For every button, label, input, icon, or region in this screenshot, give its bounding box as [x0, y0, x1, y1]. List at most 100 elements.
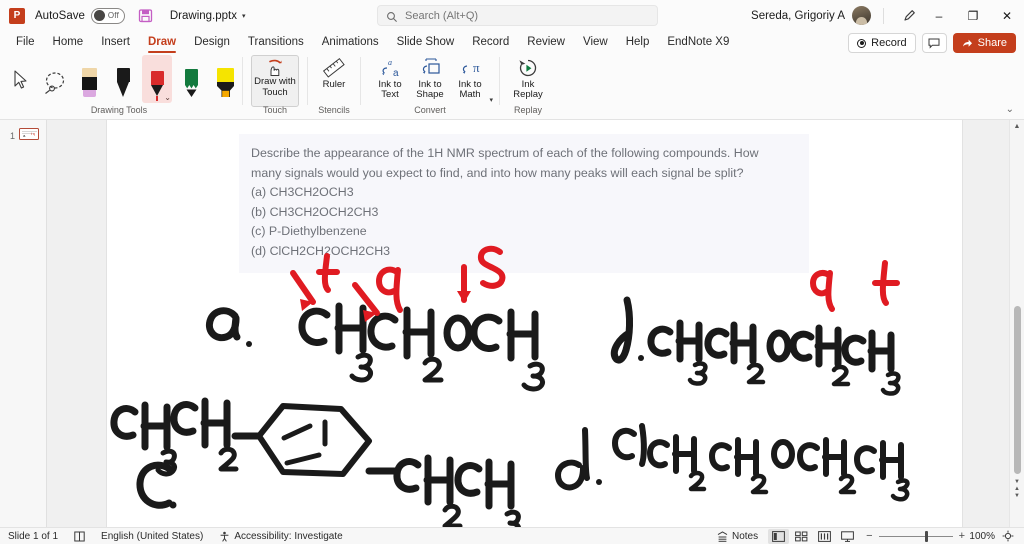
- search-box[interactable]: [377, 5, 658, 26]
- ink-replay-button[interactable]: Ink Replay: [508, 55, 548, 107]
- scroll-down-controls[interactable]: ▼ ▲ ▼: [1014, 479, 1020, 499]
- language-label: English (United States): [101, 530, 204, 542]
- slide-thumbnail-1[interactable]: a. t q: [19, 128, 39, 140]
- ink-to-math-button[interactable]: π Ink to Math ▾: [450, 55, 493, 107]
- question-textbox[interactable]: Describe the appearance of the 1H NMR sp…: [239, 134, 809, 273]
- ink-pen-toggle-icon[interactable]: [896, 3, 922, 29]
- ribbon-collapse-chevron-icon[interactable]: ⌄: [1006, 104, 1014, 115]
- notes-label: Notes: [732, 530, 759, 542]
- thumbnail-number: 1: [9, 131, 15, 141]
- minimize-button[interactable]: –: [922, 0, 956, 31]
- scroll-prev-slide-icon[interactable]: ▼: [1014, 479, 1020, 485]
- zoom-knob[interactable]: [924, 530, 928, 542]
- scroll-up-arrow-icon[interactable]: ▲: [1014, 120, 1021, 134]
- accessibility-status[interactable]: Accessibility: Investigate: [211, 528, 350, 544]
- ink-answer-a: [205, 302, 546, 392]
- lasso-select-tool[interactable]: [40, 55, 70, 103]
- thumbnail-row[interactable]: 1 a. t q: [7, 128, 39, 141]
- save-icon[interactable]: [137, 7, 154, 24]
- tab-animations[interactable]: Animations: [313, 32, 388, 53]
- select-tool[interactable]: [6, 55, 36, 103]
- pen-black-tool[interactable]: [108, 55, 138, 103]
- scrollbar-thumb[interactable]: [1014, 306, 1021, 474]
- tab-view[interactable]: View: [574, 32, 617, 53]
- ink-answer-b: [610, 296, 901, 396]
- group-replay: Ink Replay Replay: [504, 53, 552, 120]
- share-button-label: Share: [977, 37, 1007, 49]
- zoom-in-button[interactable]: +: [959, 530, 965, 542]
- tab-review[interactable]: Review: [518, 32, 574, 53]
- fit-to-window-button[interactable]: [997, 529, 1018, 544]
- highlighter-yellow-tool[interactable]: [210, 55, 240, 103]
- title-bar: AutoSave Off Drawing.pptx ▾ Sereda: [0, 0, 1024, 31]
- share-button[interactable]: Share: [952, 33, 1016, 53]
- question-item-b: (b) CH3CH2OCH2CH3: [251, 204, 379, 219]
- group-drawing-tools: ⌄ Drawing Tools: [0, 53, 238, 120]
- slide-show-view-button[interactable]: [837, 529, 858, 544]
- normal-view-button[interactable]: [768, 528, 790, 544]
- ink-to-math-chevron-down-icon[interactable]: ▾: [489, 96, 493, 106]
- notes-icon: [717, 530, 728, 542]
- tab-draw[interactable]: Draw: [139, 32, 185, 53]
- share-icon: [962, 39, 972, 47]
- document-menu-chevron-icon[interactable]: ▾: [242, 12, 246, 20]
- ruler-label: Ruler: [322, 79, 346, 90]
- tab-transitions[interactable]: Transitions: [239, 32, 313, 53]
- accessibility-label: Accessibility: Investigate: [234, 530, 343, 542]
- scroll-down-arrow-icon[interactable]: ▼: [1014, 493, 1020, 499]
- notes-button[interactable]: Notes: [709, 528, 766, 544]
- status-bar: Slide 1 of 1 English (United States) Acc…: [0, 527, 1024, 544]
- tab-insert[interactable]: Insert: [92, 32, 139, 53]
- pencil-green-tool[interactable]: [176, 55, 206, 103]
- ink-to-shape-button[interactable]: Ink to Shape: [410, 55, 450, 107]
- svg-text:π: π: [473, 60, 480, 75]
- slide-count[interactable]: Slide 1 of 1: [0, 528, 66, 544]
- tab-help[interactable]: Help: [617, 32, 659, 53]
- close-button[interactable]: ✕: [990, 0, 1024, 31]
- autosave-toggle[interactable]: Off: [90, 7, 125, 24]
- zoom-out-button[interactable]: −: [866, 530, 872, 542]
- notes-page-button[interactable]: [66, 528, 93, 544]
- language-status[interactable]: English (United States): [93, 528, 211, 544]
- slide-canvas[interactable]: Describe the appearance of the 1H NMR sp…: [107, 120, 962, 527]
- divider: [499, 57, 500, 105]
- tab-record[interactable]: Record: [463, 32, 518, 53]
- question-line-1: Describe the appearance of the 1H NMR sp…: [251, 146, 759, 160]
- tab-home[interactable]: Home: [44, 32, 93, 53]
- ink-to-text-button[interactable]: a a Ink to Text: [370, 55, 410, 107]
- accessibility-icon: [220, 531, 229, 542]
- vertical-scrollbar[interactable]: ▲ ▼ ▲ ▼: [1009, 120, 1024, 527]
- slide-editing-area: Describe the appearance of the 1H NMR sp…: [47, 120, 1024, 527]
- group-label-stencils: Stencils: [318, 105, 350, 115]
- tab-slide-show[interactable]: Slide Show: [388, 32, 464, 53]
- zoom-track[interactable]: [878, 530, 953, 542]
- restore-button[interactable]: ❐: [956, 0, 990, 31]
- ink-to-math-label: Ink to Math: [458, 79, 482, 100]
- reading-view-button[interactable]: [814, 529, 835, 544]
- ruler-button[interactable]: Ruler: [314, 55, 354, 107]
- eraser-tool[interactable]: [74, 55, 104, 103]
- avatar[interactable]: [852, 6, 871, 25]
- question-item-d: (d) ClCH2CH2OCH2CH3: [251, 243, 391, 258]
- record-button[interactable]: Record: [848, 33, 916, 53]
- slide-sorter-view-button[interactable]: [791, 529, 812, 544]
- zoom-slider[interactable]: − +: [866, 530, 965, 542]
- document-name[interactable]: Drawing.pptx: [170, 10, 237, 22]
- draw-with-touch-button[interactable]: Draw with Touch: [251, 55, 299, 107]
- ink-replay-label: Ink Replay: [513, 79, 543, 100]
- tab-design[interactable]: Design: [185, 32, 239, 53]
- divider: [360, 57, 361, 105]
- search-input[interactable]: [405, 9, 635, 22]
- slide-count-label: Slide 1 of 1: [8, 530, 59, 542]
- autosave-toggle-knob: [93, 10, 105, 21]
- user-name[interactable]: Sereda, Grigoriy A: [751, 10, 845, 22]
- tab-file[interactable]: File: [7, 32, 44, 53]
- autosave-state: Off: [107, 11, 119, 20]
- pen-options-chevron-down-icon[interactable]: ⌄: [164, 93, 171, 102]
- comments-button[interactable]: [921, 33, 947, 53]
- pen-red-tool[interactable]: ⌄: [142, 55, 172, 103]
- ink-replay-icon: [516, 57, 540, 79]
- tab-endnote[interactable]: EndNote X9: [658, 32, 738, 53]
- scroll-next-slide-icon[interactable]: ▲: [1014, 486, 1020, 492]
- svg-text:a: a: [388, 58, 392, 67]
